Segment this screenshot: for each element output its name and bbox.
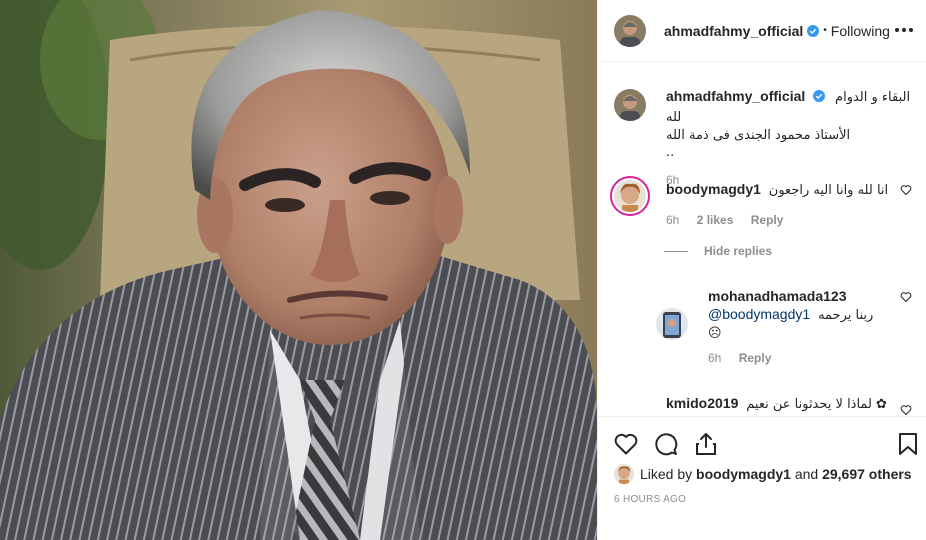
- like-heart-icon[interactable]: [613, 431, 639, 457]
- verified-badge-icon: [807, 24, 820, 37]
- author-avatar[interactable]: [614, 14, 646, 47]
- caption-author-avatar[interactable]: [614, 89, 646, 121]
- like-comment-heart-icon[interactable]: [900, 184, 912, 196]
- bookmark-icon[interactable]: [895, 431, 921, 457]
- reply-button[interactable]: Reply: [739, 351, 772, 365]
- reply-avatar[interactable]: [656, 308, 688, 340]
- following-button[interactable]: Following: [831, 23, 890, 39]
- liked-by-user[interactable]: boodymagdy1: [696, 466, 791, 482]
- comment-text: لماذا لا يحدثونا عن نعيم ✿: [746, 397, 887, 412]
- more-options-icon[interactable]: [893, 19, 915, 41]
- portrait-photo-image: [0, 0, 597, 540]
- verified-badge-icon: [813, 90, 826, 102]
- reply-text: ربنا يرحمه: [818, 308, 874, 323]
- liked-by: Liked by boodymagdy1 and 29,697 others: [614, 462, 912, 486]
- liked-by-and: and: [794, 466, 819, 482]
- action-bar: [598, 416, 926, 468]
- liked-by-prefix: Liked by: [640, 466, 693, 482]
- caption-line-2: الأستاذ محمود الجندى فى ذمة الله: [666, 128, 851, 143]
- reply-button[interactable]: Reply: [751, 213, 784, 227]
- post-photo[interactable]: [0, 0, 597, 540]
- comment-username[interactable]: kmido2019: [666, 395, 738, 411]
- caption-line-3: ..: [666, 145, 675, 160]
- like-comment-heart-icon[interactable]: [900, 291, 912, 303]
- comment-text: انا لله وانا اليه راجعون: [768, 183, 889, 198]
- share-icon[interactable]: [693, 431, 719, 457]
- post-detail-panel: ahmadfahmy_official • Following ahmadfah…: [597, 0, 926, 540]
- like-comment-heart-icon[interactable]: [900, 404, 912, 416]
- comment-bubble-icon[interactable]: [653, 431, 679, 457]
- liked-by-others[interactable]: 29,697 others: [822, 466, 912, 482]
- caption-username[interactable]: ahmadfahmy_official: [666, 88, 805, 104]
- comment-time: 6h: [666, 213, 680, 227]
- replies-line: [664, 250, 688, 252]
- liker-avatar[interactable]: [614, 464, 634, 484]
- reply-emoji: ☹: [708, 326, 722, 341]
- reply-time: 6h: [708, 351, 722, 365]
- separator-dot: •: [823, 25, 827, 36]
- hide-replies-toggle[interactable]: Hide replies: [664, 244, 772, 258]
- comment-item: kmido2019 لماذا لا يحدثونا عن نعيم ✿: [666, 394, 914, 416]
- commenter-avatar[interactable]: [610, 176, 650, 216]
- reply-username[interactable]: mohanadhamada123: [708, 288, 847, 304]
- post-timestamp[interactable]: 6 HOURS AGO: [614, 494, 686, 505]
- post-header: ahmadfahmy_official • Following: [598, 0, 926, 62]
- comment-likes-count[interactable]: 2 likes: [697, 213, 734, 227]
- hide-replies-label[interactable]: Hide replies: [704, 244, 772, 258]
- comments-list[interactable]: ahmadfahmy_official البقاء و الدوام لله …: [598, 63, 926, 416]
- author-username[interactable]: ahmadfahmy_official: [664, 23, 803, 39]
- comment-username[interactable]: boodymagdy1: [666, 181, 761, 197]
- reply-mention[interactable]: @boodymagdy1: [708, 306, 810, 322]
